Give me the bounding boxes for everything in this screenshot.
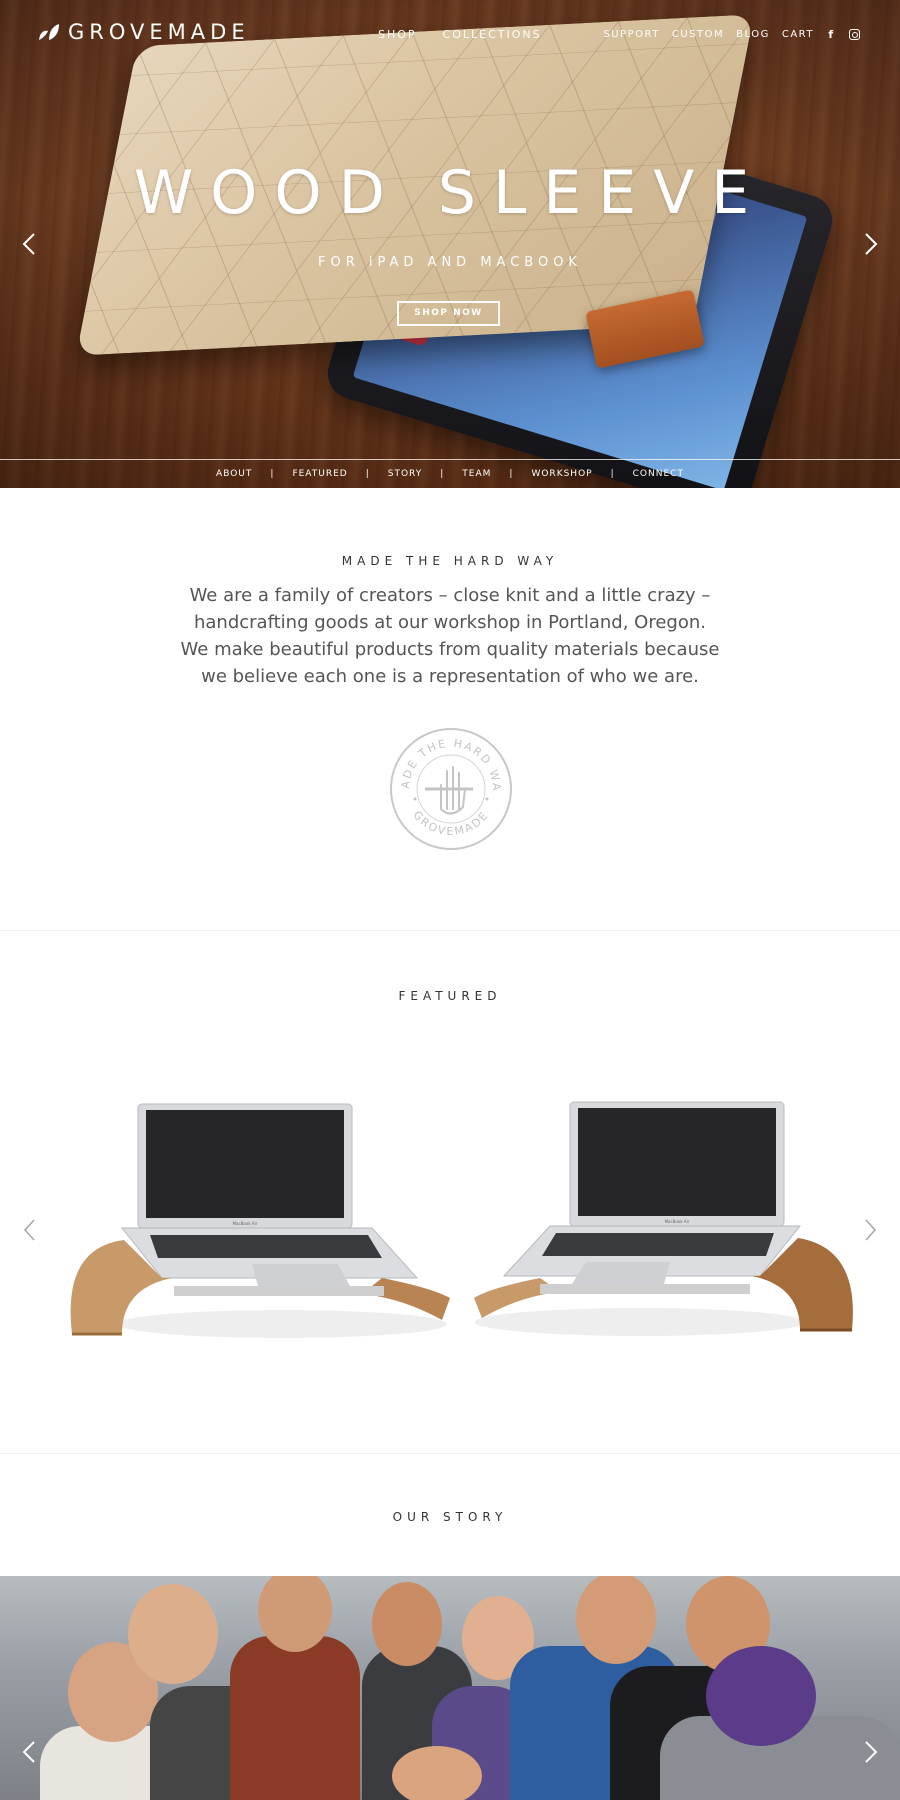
brand-name: GROVEMADE <box>68 20 250 44</box>
team-photo <box>0 1576 900 1800</box>
hero-title: WOOD SLEEVE <box>133 158 767 228</box>
nav-blog[interactable]: BLOG <box>736 29 770 40</box>
hero-prev-arrow-icon[interactable] <box>22 232 36 256</box>
story-next-arrow-icon[interactable] <box>864 1740 878 1764</box>
subnav-connect[interactable]: CONNECT <box>633 469 684 479</box>
section-subnav: ABOUT | FEATURED | STORY | TEAM | WORKSH… <box>0 459 900 488</box>
nav-cart[interactable]: CART <box>782 29 814 40</box>
subnav-story[interactable]: STORY <box>388 469 422 479</box>
shop-now-button[interactable]: SHOP NOW <box>397 301 500 326</box>
primary-nav: SHOP COLLECTIONS <box>378 28 542 41</box>
subnav-separator: | <box>440 469 445 479</box>
section-divider <box>0 930 900 931</box>
hero-next-arrow-icon[interactable] <box>864 232 878 256</box>
subnav-separator: | <box>610 469 615 479</box>
subnav-about[interactable]: ABOUT <box>216 469 252 479</box>
svg-text:MacBook Air: MacBook Air <box>665 1219 690 1224</box>
subnav-workshop[interactable]: WORKSHOP <box>531 469 592 479</box>
subnav-team[interactable]: TEAM <box>462 469 491 479</box>
subnav-separator: | <box>365 469 370 479</box>
subnav-featured[interactable]: FEATURED <box>292 469 347 479</box>
nav-custom[interactable]: CUSTOM <box>672 29 724 40</box>
section-divider <box>0 1453 900 1454</box>
leaf-icon <box>39 24 59 40</box>
featured-product-laptop-stand-left[interactable]: MacBook Air <box>62 1098 452 1343</box>
brand-logo[interactable]: GROVEMADE <box>38 20 250 44</box>
featured-prev-arrow-icon[interactable] <box>24 1219 36 1241</box>
nav-shop[interactable]: SHOP <box>378 28 417 41</box>
featured-next-arrow-icon[interactable] <box>864 1219 876 1241</box>
about-heading: MADE THE HARD WAY <box>341 554 559 568</box>
nav-collections[interactable]: COLLECTIONS <box>443 28 542 41</box>
top-navigation: GROVEMADE SHOP COLLECTIONS SUPPORT CUSTO… <box>0 0 900 70</box>
instagram-icon[interactable] <box>849 29 860 40</box>
featured-product-laptop-stand-right[interactable]: MacBook Air <box>470 1098 860 1343</box>
hero-banner <box>0 0 900 488</box>
our-story-heading: OUR STORY <box>392 1510 508 1524</box>
featured-heading: FEATURED <box>398 989 502 1003</box>
subnav-separator: | <box>270 469 275 479</box>
subnav-separator: | <box>509 469 514 479</box>
hero-subtitle: FOR iPAD AND MACBOOK <box>318 255 582 270</box>
facebook-icon[interactable]: f <box>826 28 837 41</box>
story-prev-arrow-icon[interactable] <box>22 1740 36 1764</box>
about-body: We are a family of creators – close knit… <box>180 585 720 687</box>
secondary-nav: SUPPORT CUSTOM BLOG CART f <box>603 28 860 41</box>
made-the-hard-way-seal-icon: MADE THE HARD WAY GROVEMADE <box>389 727 512 850</box>
svg-text:MacBook Air: MacBook Air <box>233 1221 258 1226</box>
nav-support[interactable]: SUPPORT <box>603 29 659 40</box>
